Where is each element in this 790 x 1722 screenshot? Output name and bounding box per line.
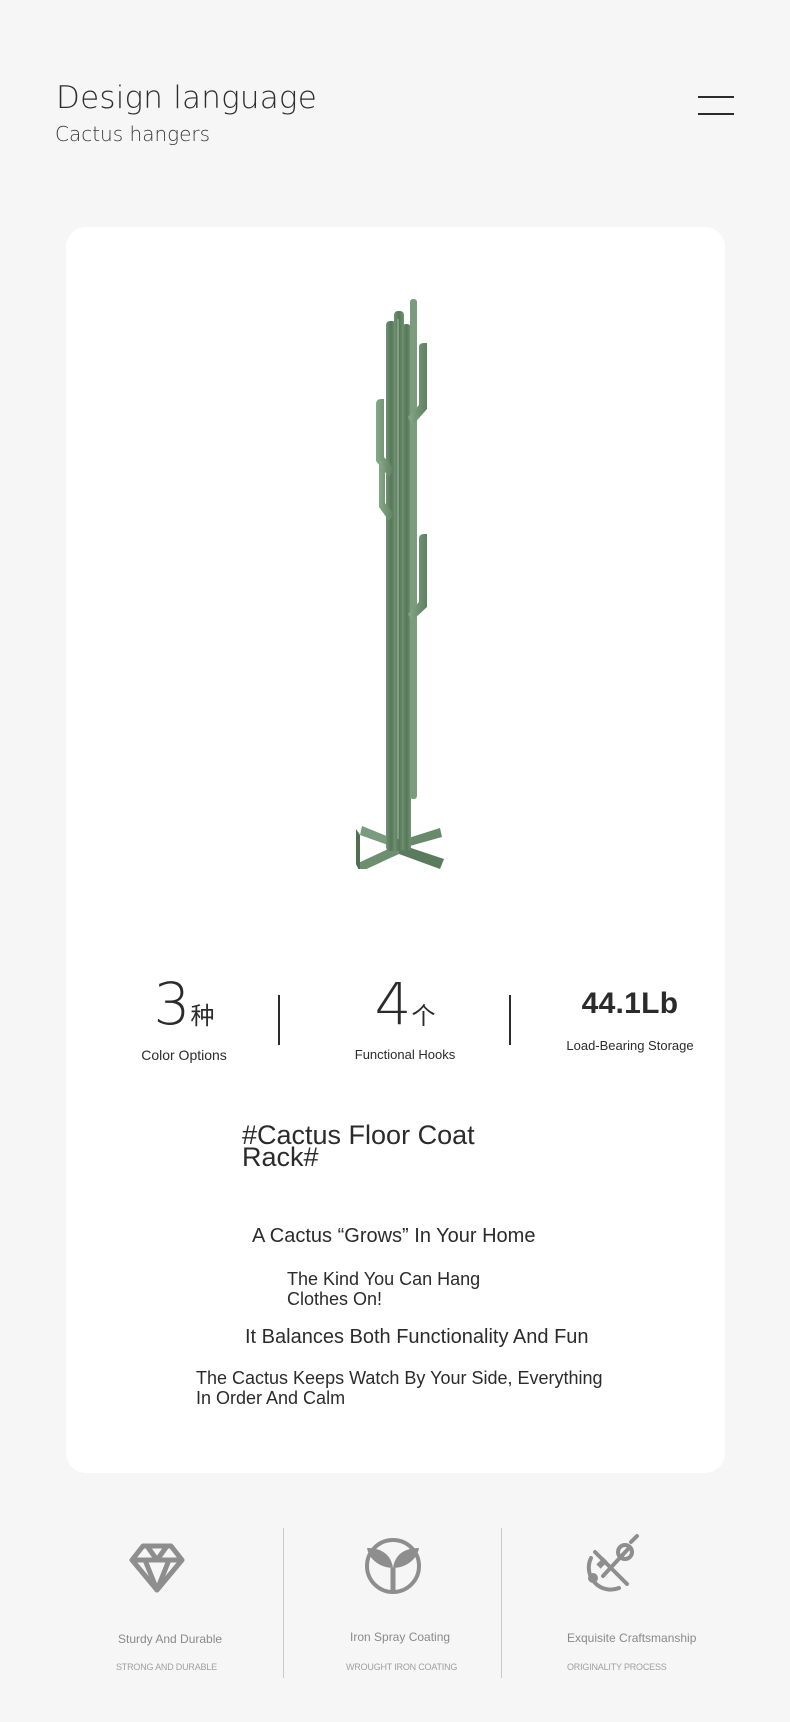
product-hashtag: #Cactus Floor Coat Rack# — [242, 1120, 475, 1172]
page-subtitle: Cactus hangers — [55, 122, 211, 146]
tagline-balance: It Balances Both Functionality And Fun — [245, 1326, 589, 1348]
stat-functional-hooks: 4个 Functional Hooks — [345, 975, 465, 1062]
stat-load-bearing: 44.1Lb Load-Bearing Storage — [560, 987, 700, 1054]
feature-iron-coating: Iron Spray Coating WROUGHT IRON COATING — [283, 1528, 501, 1678]
stat-color-options: 3种 Color Options — [124, 975, 244, 1063]
stat-label: Color Options — [141, 1047, 227, 1063]
tagline-grows: A Cactus “Grows” In Your Home — [252, 1225, 536, 1247]
feature-sturdy: Sturdy And Durable STRONG AND DURABLE — [0, 1528, 283, 1678]
tagline-hang-clothes: The Kind You Can Hang Clothes On! — [287, 1269, 481, 1309]
feature-subtitle: STRONG AND DURABLE — [116, 1662, 217, 1672]
stat-divider — [509, 995, 511, 1045]
diamond-icon — [129, 1543, 185, 1593]
menu-icon — [698, 96, 734, 98]
sprout-icon — [365, 1538, 421, 1594]
stat-label: Functional Hooks — [354, 1047, 456, 1062]
feature-subtitle: ORIGINALITY PROCESS — [567, 1662, 667, 1672]
stat-value: 3 — [153, 970, 191, 1038]
stat-unit: 种 — [190, 1002, 215, 1030]
feature-title: Iron Spray Coating — [350, 1630, 451, 1644]
cactus-coat-rack-image — [356, 299, 444, 869]
stat-label: Load-Bearing Storage — [566, 1038, 694, 1053]
feature-craftsmanship: Exquisite Craftsmanship ORIGINALITY PROC… — [501, 1528, 790, 1678]
tagline-keeps-watch: The Cactus Keeps Watch By Your Side, Eve… — [196, 1368, 603, 1408]
feature-title: Exquisite Craftsmanship — [567, 1631, 697, 1645]
product-card: 3种 Color Options 4个 Functional Hooks 44.… — [66, 227, 725, 1473]
stat-value: 4 — [374, 970, 412, 1038]
feature-subtitle: WROUGHT IRON COATING — [346, 1662, 458, 1672]
feature-row: Sturdy And Durable STRONG AND DURABLE Ir… — [0, 1528, 790, 1678]
stat-divider — [278, 995, 280, 1045]
page-title: Design language — [56, 80, 317, 116]
feature-title: Sturdy And Durable — [118, 1632, 223, 1646]
stat-unit: 个 — [411, 1002, 436, 1030]
menu-button[interactable] — [698, 94, 736, 116]
menu-icon-bar — [698, 113, 734, 115]
stat-value: 44.1Lb — [581, 987, 679, 1020]
craft-tools-icon — [586, 1534, 639, 1592]
